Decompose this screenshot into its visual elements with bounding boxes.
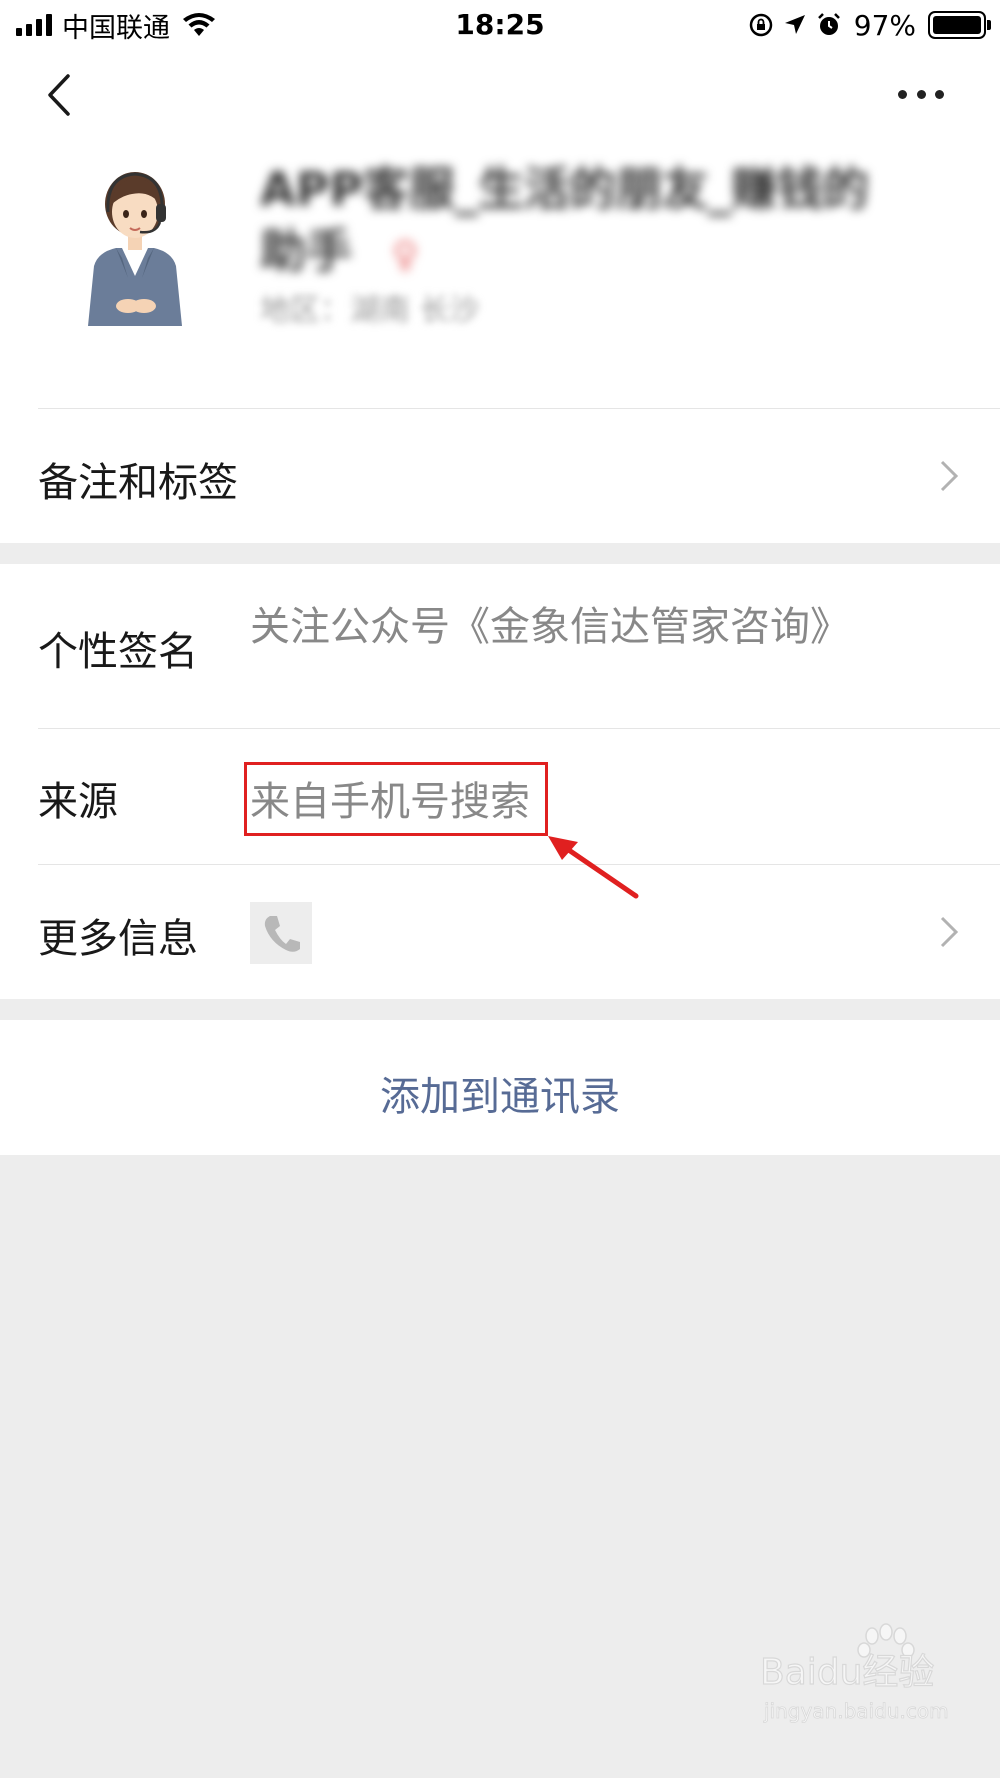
battery-icon (928, 11, 991, 39)
remark-tags-cell[interactable]: 备注和标签 (0, 408, 1000, 543)
more-dots-icon[interactable] (898, 86, 944, 102)
avatar[interactable] (70, 166, 200, 326)
location-icon (784, 15, 805, 34)
alarm-icon (817, 13, 840, 35)
more-info-cell[interactable]: 更多信息 (0, 864, 1000, 999)
back-chevron-icon[interactable] (44, 70, 80, 120)
signature-value: 关注公众号《金象信达管家咨询》 (250, 604, 850, 650)
status-right: 97% (748, 8, 991, 42)
signature-label: 个性签名 (38, 629, 198, 675)
status-bar: 中国联通 18:25 97% (0, 0, 1000, 50)
baidu-watermark: Baidu经验 jingyan.baidu.com (760, 1623, 949, 1723)
watermark-url: jingyan.baidu.com (763, 1699, 949, 1723)
highlight-box (244, 762, 548, 836)
profile-region: 地区：湖南 长沙 (260, 293, 480, 328)
source-label: 来源 (38, 779, 118, 825)
rotation-lock-icon (749, 13, 773, 37)
profile-header: APP客服_生活的朋友_赚钱的助手 ♀ 地区：湖南 长沙 (0, 150, 1000, 408)
phone-icon (250, 902, 312, 964)
signature-cell: 个性签名 关注公众号《金象信达管家咨询》 (0, 564, 1000, 729)
add-group: 添加到通讯录 (0, 1020, 1000, 1155)
battery-percent: 97% (853, 8, 916, 42)
more-info-label: 更多信息 (38, 916, 198, 962)
nav-bar (0, 50, 1000, 150)
chevron-right-icon (940, 460, 959, 492)
profile-name: APP客服_生活的朋友_赚钱的助手 ♀ (260, 162, 870, 278)
chevron-right-icon (940, 916, 959, 948)
red-arrow-icon (548, 836, 639, 899)
gender-icon: ♀ (392, 235, 419, 276)
watermark-brand: Baidu经验 (760, 1652, 934, 1693)
remark-tags-label: 备注和标签 (38, 460, 238, 506)
add-to-contacts-button[interactable]: 添加到通讯录 (0, 1064, 1000, 1122)
remark-group: 备注和标签 (0, 408, 1000, 543)
